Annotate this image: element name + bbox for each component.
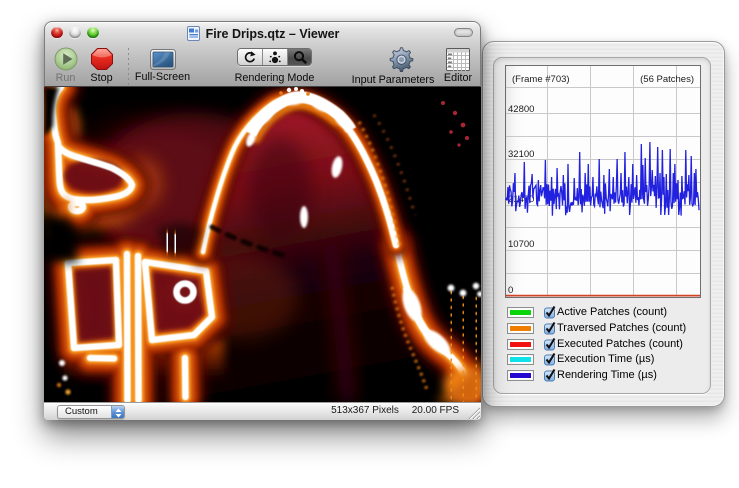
svg-text:42800: 42800 <box>508 104 534 115</box>
svg-text:(Frame #703): (Frame #703) <box>512 74 570 85</box>
svg-text:(56 Patches): (56 Patches) <box>640 74 694 85</box>
svg-text:0: 0 <box>508 285 513 296</box>
svg-text:10700: 10700 <box>508 239 534 250</box>
svg-text:32100: 32100 <box>508 149 534 160</box>
